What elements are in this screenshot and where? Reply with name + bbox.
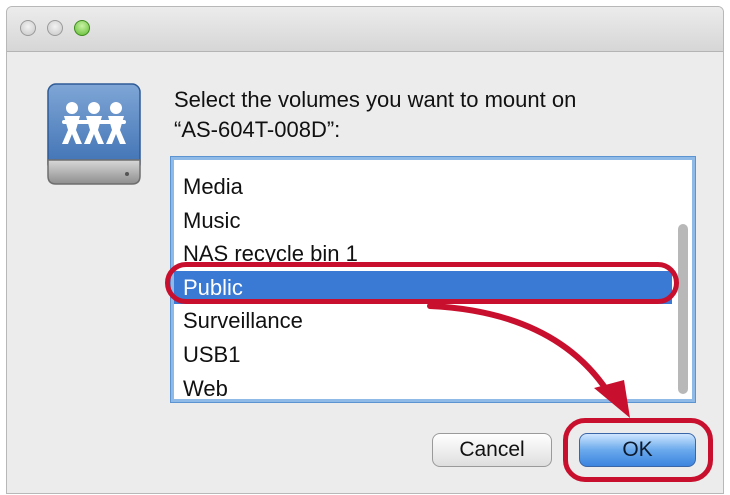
ok-highlight-annotation [563,418,713,482]
list-item-media[interactable]: Media [174,170,672,204]
list-item-usb1[interactable]: USB1 [174,338,672,372]
list-item-music[interactable]: Music [174,204,672,238]
prompt-line-2: “AS-604T-008D”: [174,117,341,142]
list-item-surveillance[interactable]: Surveillance [174,304,672,338]
scrollbar[interactable] [678,164,688,395]
title-bar [7,7,723,52]
list-item-web[interactable]: Web [174,372,672,399]
network-drive-icon [47,83,141,185]
minimize-window-button[interactable] [47,20,63,36]
dialog-prompt: Select the volumes you want to mount on … [174,85,654,145]
public-highlight-annotation [165,262,679,304]
close-window-button[interactable] [20,20,36,36]
cancel-button[interactable]: Cancel [432,433,552,467]
prompt-line-1: Select the volumes you want to mount on [174,87,577,112]
scrollbar-thumb[interactable] [678,224,688,394]
zoom-window-button[interactable] [74,20,90,36]
